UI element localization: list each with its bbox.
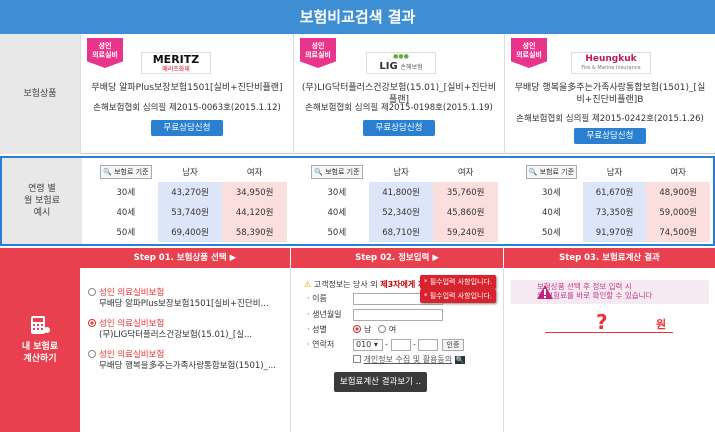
product-ribbon: 성인 의료실비 — [87, 38, 123, 68]
product-ribbon: 성인 의료실비 — [300, 38, 336, 68]
product-option[interactable]: 성인 의료실비보험 무배당 알파Plus보장보험1501[실비+진단비... — [88, 288, 269, 310]
male-premium: 61,670원 — [582, 182, 647, 202]
product-cert: 손해보험협회 심의필 제2015-0242호(2015.1.26) — [516, 114, 704, 124]
female-header: 여자 — [457, 168, 474, 178]
calc-label: 내 보험료 계산하기 — [21, 342, 59, 364]
age-cell: 50세 — [116, 228, 136, 238]
premium-label: 연령 별 월 보험료 예시 — [2, 158, 82, 244]
phone-mid-input[interactable] — [391, 339, 411, 351]
product-name: 무배당 행복을多주는가족사랑통합보험(1501)_[실비+진단비플랜]B — [514, 83, 706, 105]
age-cell: 30세 — [327, 188, 347, 198]
consult-button[interactable]: 무료상담신청 — [574, 128, 646, 144]
female-premium: 58,390원 — [222, 222, 287, 242]
step-1-header: Step 01. 보험상품 선택 ▶ — [80, 248, 290, 268]
name-label: · 이름 — [307, 294, 327, 303]
male-premium: 43,270원 — [157, 182, 223, 202]
age-cell: 40세 — [542, 208, 561, 218]
step-2-header: Step 02. 정보입력 ▶ — [290, 248, 503, 268]
lig-logo: ●●● LIG 손해보험 — [366, 52, 436, 74]
premium-table: 🔍 보험료 기준 남자 여자 30세 61,670원 48,900원 40세 73,350… — [520, 162, 710, 242]
age-cell: 40세 — [327, 208, 347, 218]
phone-last-input[interactable] — [418, 339, 438, 351]
male-header: 남자 — [606, 168, 623, 178]
female-premium: 45,860원 — [433, 202, 498, 222]
male-premium: 53,740원 — [157, 202, 223, 222]
female-header: 여자 — [670, 168, 686, 178]
female-header: 여자 — [246, 168, 263, 178]
male-premium: 73,350원 — [582, 202, 647, 222]
required-tooltip: * 필수입력 사항입니다. — [420, 289, 497, 303]
result-unit: 원 — [656, 318, 667, 331]
birth-input[interactable] — [353, 309, 443, 321]
product-name: 무배당 알파Plus보장보험1501[실비+진단비플랜] — [91, 83, 283, 93]
products-label: 보험상품 — [0, 34, 80, 154]
step-3-header: Step 03. 보험료계산 결과 — [503, 248, 715, 268]
result-notice: 보험상품 선택 후 정보 입력 시 월 보험료를 바로 확인할 수 있습니다 — [537, 282, 653, 300]
age-cell: 40세 — [116, 208, 136, 218]
birth-label: · 생년월일 — [307, 310, 342, 319]
premium-table: 🔍 보험료 기준 남자 여자 30세 41,800원 35,760원 40세 52,340… — [305, 162, 498, 242]
consult-button[interactable]: 무료상담신청 — [151, 120, 223, 136]
female-premium: 44,120원 — [222, 202, 287, 222]
product-cert: 손해보험협회 심의필 제2015-0198호(2015.1.19) — [305, 103, 493, 113]
calc-label-panel: 내 보험료 계산하기 — [0, 248, 80, 432]
product-option[interactable]: 성인 의료실비보험 무배당 행복을多주는가족사랑통합보험(1501)_... — [88, 350, 276, 372]
meritz-logo: MERITZ 메리츠화재 — [141, 52, 211, 74]
age-cell: 30세 — [542, 188, 561, 198]
product-card: 성인 의료실비 MERITZ 메리츠화재 무배당 알파Plus보장보험1501[… — [80, 34, 293, 154]
male-premium: 68,710원 — [368, 222, 434, 242]
female-premium: 59,240원 — [433, 222, 498, 242]
privacy-checkbox[interactable] — [353, 355, 361, 363]
premium-table: 🔍 보험료 기준 남자 여자 30세 43,270원 34,950원 40세 53,740… — [94, 162, 287, 242]
result-placeholder: ? — [596, 310, 608, 334]
basis-tag: 🔍 보험료 기준 — [311, 165, 363, 179]
female-premium: 34,950원 — [222, 182, 287, 202]
products-section: 보험상품 성인 의료실비 MERITZ 메리츠화재 무배당 알파Plus보장보험… — [0, 34, 715, 154]
option-radio[interactable] — [88, 319, 96, 327]
option-radio[interactable] — [88, 350, 96, 358]
female-premium: 35,760원 — [433, 182, 498, 202]
gender-female-radio[interactable] — [377, 325, 386, 333]
gender-radios: 남 여 — [353, 324, 396, 335]
page-header: 보험비교검색 결과 — [0, 0, 715, 34]
age-cell: 50세 — [327, 228, 347, 238]
gender-label: · 성별 — [307, 325, 327, 334]
age-cell: 50세 — [542, 228, 561, 238]
male-premium: 52,340원 — [368, 202, 434, 222]
page-title: 보험비교검색 결과 — [299, 8, 416, 26]
product-card: 성인 의료실비 Heungkuk Fire & Marine Insurance… — [504, 34, 715, 154]
male-premium: 41,800원 — [368, 182, 434, 202]
search-icon[interactable]: 🔍 — [454, 356, 466, 364]
phone-prefix-select[interactable]: 010 ▾ — [353, 339, 383, 351]
calculate-result-button[interactable]: 보험료계산 결과보기 .. — [334, 372, 427, 392]
female-premium: 59,000원 — [646, 202, 710, 222]
male-header: 남자 — [182, 168, 198, 178]
age-cell: 30세 — [116, 188, 136, 198]
heungkuk-logo: Heungkuk Fire & Marine Insurance — [571, 52, 651, 74]
gender-male-radio[interactable] — [353, 325, 361, 333]
basis-tag: 🔍 보험료 기준 — [525, 165, 578, 179]
basis-tag: 🔍 보험료 기준 — [100, 165, 152, 179]
required-tooltip: * 필수입력 사항입니다. — [420, 275, 497, 289]
calculator-icon — [31, 316, 50, 334]
privacy-consent[interactable]: 개인정보 수집 및 활용동의 🔍 — [353, 354, 466, 365]
premium-section: 연령 별 월 보험료 예시 🔍 보험료 기준 남자 여자 30세 43,270원 34,… — [0, 156, 715, 246]
male-premium: 91,970원 — [582, 222, 647, 242]
female-premium: 74,500원 — [646, 222, 710, 242]
male-header: 남자 — [393, 168, 409, 178]
calculator-section: 내 보험료 계산하기 Step 01. 보험상품 선택 ▶ Step 02. 정… — [0, 248, 715, 432]
phone-label: · 연락처 — [307, 340, 335, 349]
consult-button[interactable]: 무료상담신청 — [363, 120, 435, 136]
verify-button[interactable]: 인증 — [442, 339, 464, 351]
product-option[interactable]: 성인 의료실비보험 (무)LIG닥터플러스건강보험(15.01)_[실... — [88, 319, 252, 341]
female-premium: 48,900원 — [646, 182, 710, 202]
male-premium: 69,400원 — [157, 222, 223, 242]
option-radio[interactable] — [88, 288, 96, 296]
product-card: 성인 의료실비 ●●● LIG 손해보험 (무)LIG닥터플러스건강보험(15.… — [293, 34, 504, 154]
product-ribbon: 성인 의료실비 — [511, 38, 547, 68]
warning-icon — [537, 285, 553, 299]
privacy-notice: ⚠ 고객정보는 당사 외 제3자에게 제 — [304, 280, 426, 289]
product-cert: 손해보험협회 심의필 제2015-0063호(2015.1.12) — [93, 103, 281, 113]
result-underline — [545, 332, 673, 333]
